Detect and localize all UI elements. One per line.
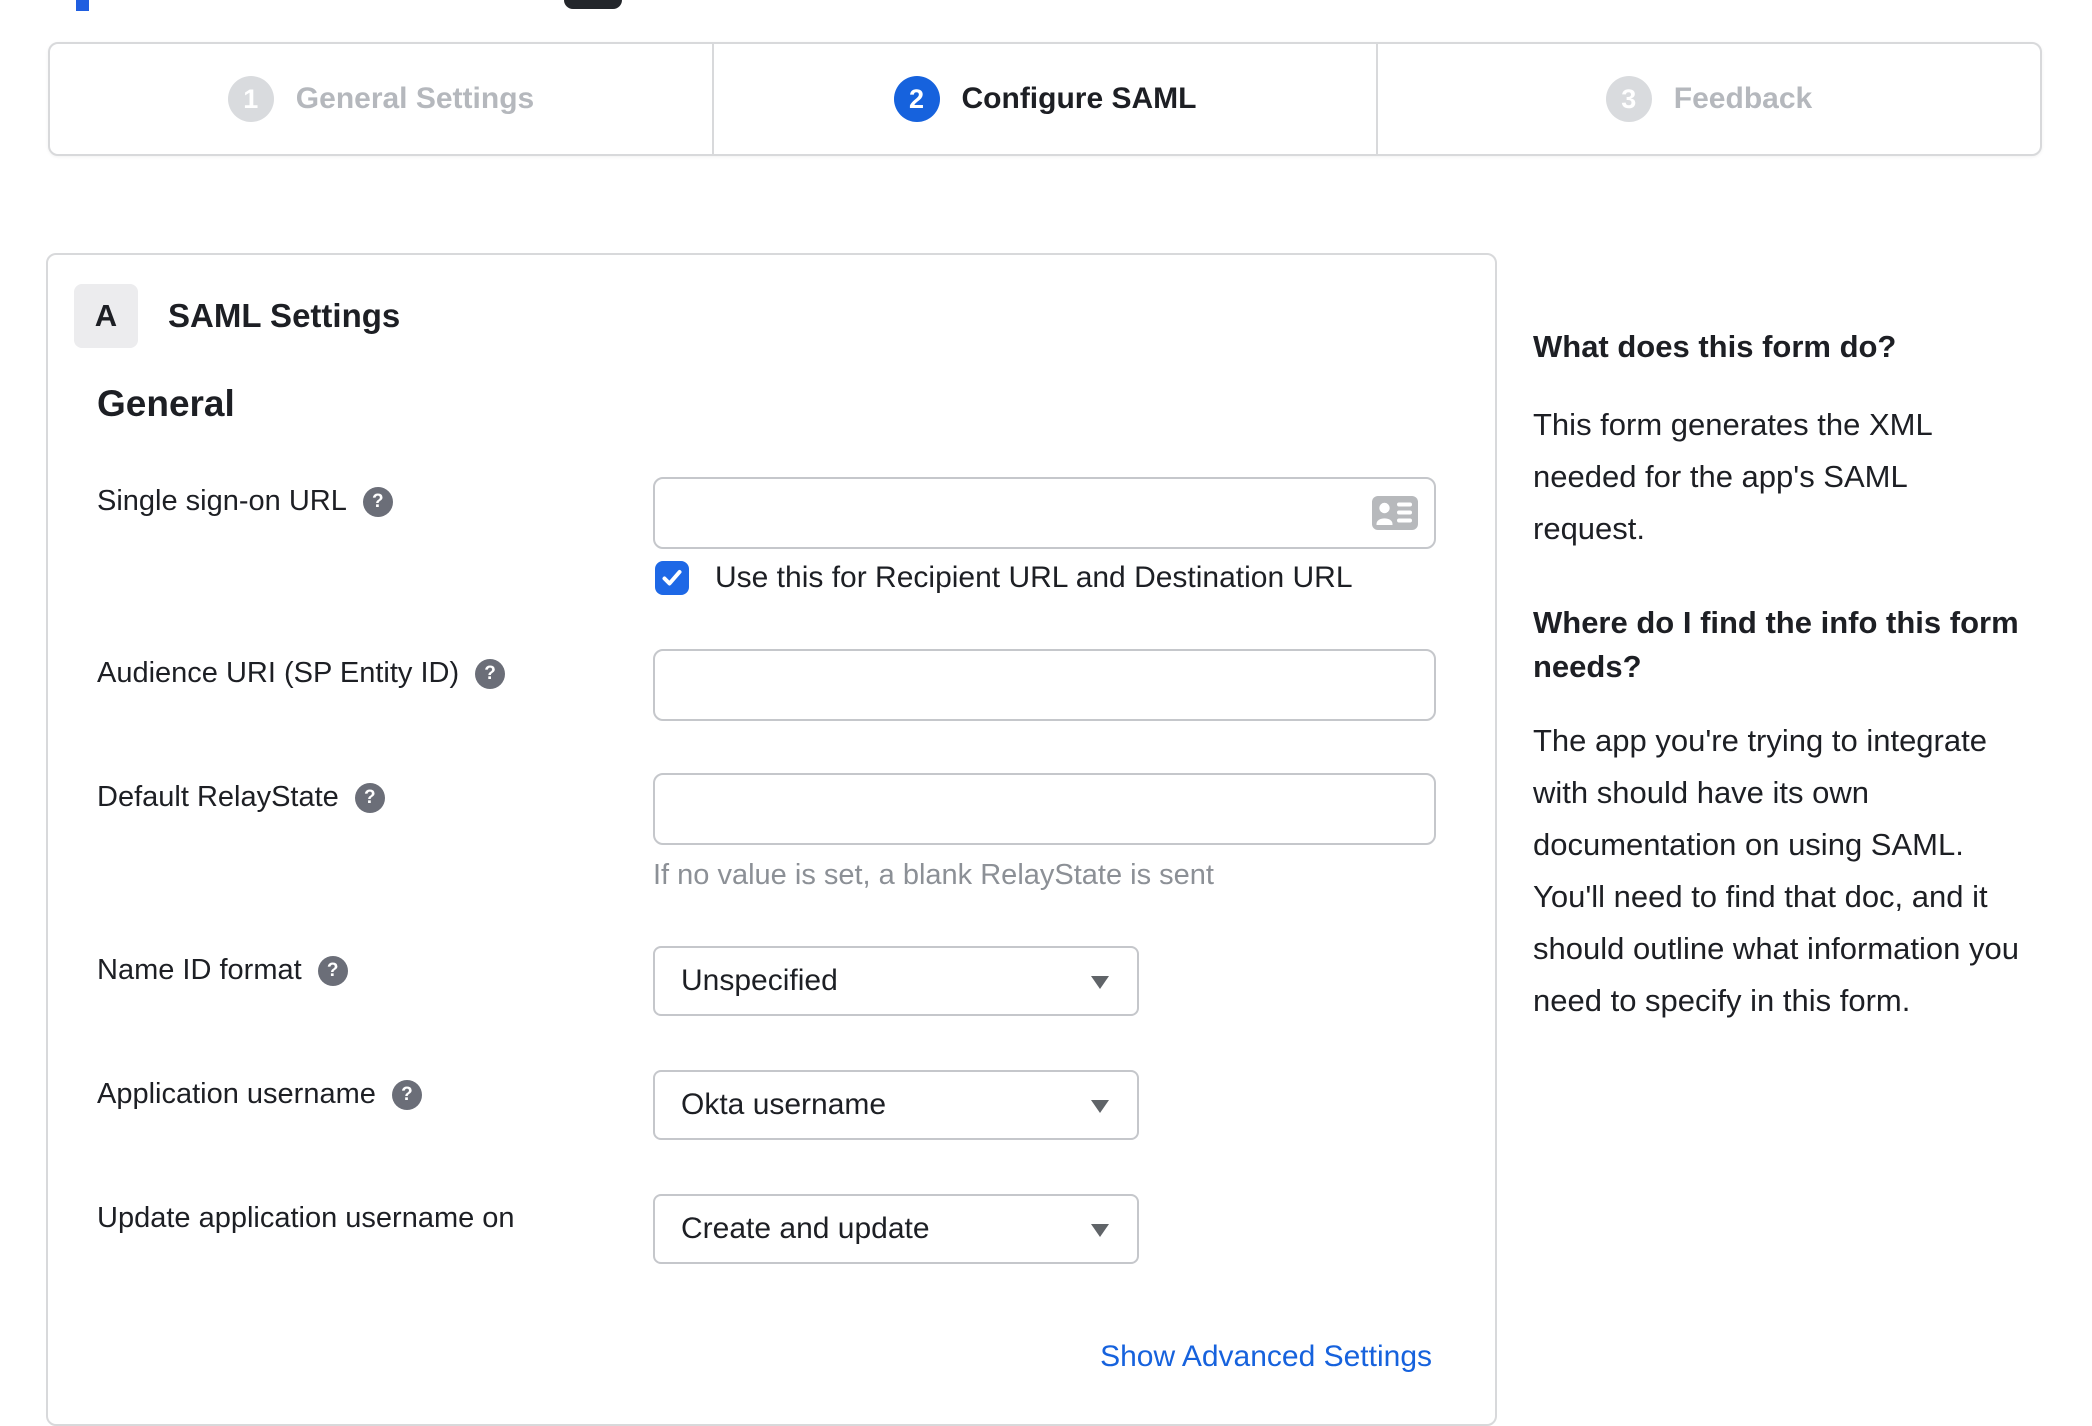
step-2-circle: 2: [893, 76, 940, 122]
sso-checkbox-row: Use this for Recipient URL and Destinati…: [653, 561, 1495, 595]
name-id-format-help-icon[interactable]: ?: [317, 955, 348, 986]
section-a-badge: A: [74, 284, 138, 348]
sidebar-heading-where: Where do I find the info this form needs…: [1533, 605, 2019, 684]
audience-uri-row: Audience URI (SP Entity ID) ?: [97, 649, 1495, 721]
step-general-settings[interactable]: 1 General Settings: [50, 44, 712, 154]
sso-url-label: Single sign-on URL: [97, 485, 347, 517]
name-id-format-label: Name ID format: [97, 954, 302, 986]
step-2-label: Configure SAML: [961, 82, 1197, 115]
relay-state-row: Default RelayState ? If no value is set,…: [97, 773, 1495, 892]
update-username-select[interactable]: Create and update: [653, 1194, 1139, 1264]
application-username-row: Application username ? Okta username: [97, 1070, 1495, 1140]
update-username-row: Update application username on Create an…: [97, 1194, 1495, 1264]
checkmark-icon: [662, 570, 682, 586]
relay-state-helper-text: If no value is set, a blank RelayState i…: [653, 859, 1214, 891]
step-1-label: General Settings: [295, 82, 535, 115]
relay-state-input[interactable]: [653, 773, 1436, 845]
show-advanced-settings-link[interactable]: Show Advanced Settings: [1100, 1340, 1432, 1374]
recipient-url-checkbox[interactable]: [655, 561, 689, 595]
help-sidebar: What does this form do? This form genera…: [1533, 325, 2025, 1027]
saml-settings-panel: A SAML Settings General Single sign-on U…: [46, 253, 1497, 1426]
name-id-format-select[interactable]: Unspecified: [653, 946, 1139, 1016]
update-username-value: Create and update: [681, 1212, 930, 1245]
sso-url-help-icon[interactable]: ?: [362, 486, 393, 517]
audience-uri-input[interactable]: [653, 649, 1436, 721]
contact-card-icon: [1372, 496, 1418, 530]
sidebar-para-what: This form generates the XML needed for t…: [1533, 407, 1932, 546]
application-username-label: Application username: [97, 1078, 376, 1110]
recipient-url-checkbox-label: Use this for Recipient URL and Destinati…: [715, 561, 1353, 594]
step-1-circle: 1: [227, 76, 274, 122]
sso-url-input[interactable]: [653, 477, 1436, 549]
step-3-circle: 3: [1605, 76, 1652, 122]
step-3-label: Feedback: [1673, 82, 1813, 115]
cutoff-dark-artifact: [564, 0, 622, 9]
audience-uri-label: Audience URI (SP Entity ID): [97, 657, 460, 689]
relay-state-label: Default RelayState: [97, 781, 339, 813]
general-section-heading: General: [97, 383, 235, 424]
sso-url-row: Single sign-on URL ? Use this for Recipi…: [97, 477, 1495, 595]
application-username-help-icon[interactable]: ?: [391, 1079, 422, 1110]
step-feedback[interactable]: 3 Feedback: [1376, 44, 2040, 154]
application-username-select[interactable]: Okta username: [653, 1070, 1139, 1140]
name-id-format-row: Name ID format ? Unspecified: [97, 946, 1495, 1016]
sidebar-heading-what: What does this form do?: [1533, 329, 1897, 364]
wizard-stepper: 1 General Settings 2 Configure SAML 3 Fe…: [48, 42, 2042, 156]
relay-state-help-icon[interactable]: ?: [354, 782, 385, 813]
step-configure-saml[interactable]: 2 Configure SAML: [712, 44, 1376, 154]
panel-header: A SAML Settings: [74, 284, 400, 348]
update-username-label: Update application username on: [97, 1202, 515, 1234]
sidebar-para-where: The app you're trying to integrate with …: [1533, 723, 2019, 1018]
name-id-format-value: Unspecified: [681, 964, 838, 997]
cutoff-blue-artifact: [76, 0, 89, 11]
application-username-value: Okta username: [681, 1088, 887, 1121]
audience-uri-help-icon[interactable]: ?: [475, 658, 506, 689]
panel-title: SAML Settings: [168, 297, 401, 334]
